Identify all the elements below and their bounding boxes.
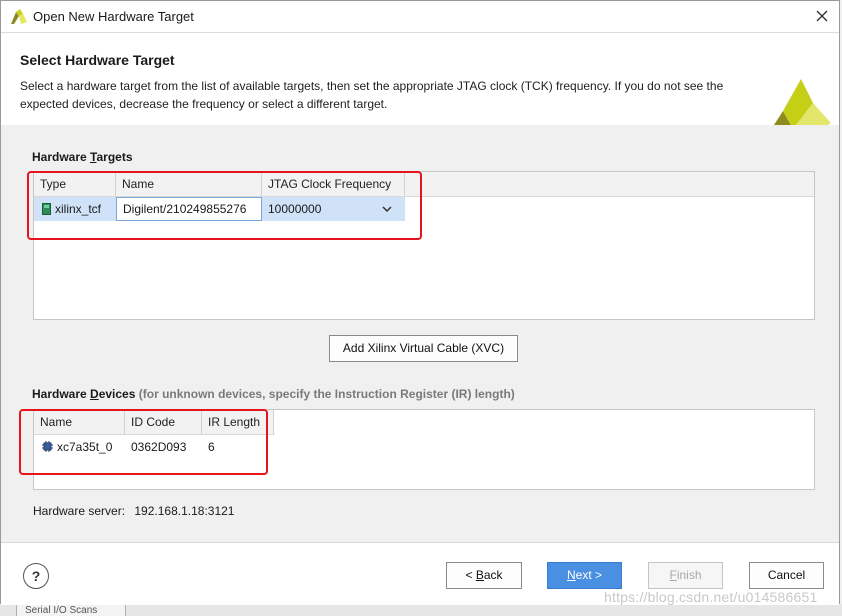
- vivado-logo-icon: [11, 9, 27, 24]
- column-header-type[interactable]: Type: [34, 172, 116, 196]
- device-id-code-cell: 0362D093: [131, 440, 187, 454]
- finish-button[interactable]: Finish: [648, 562, 723, 589]
- help-button[interactable]: ?: [23, 563, 49, 589]
- column-header-ir-length[interactable]: IR Length: [202, 410, 274, 434]
- hardware-targets-label: Hardware Targets: [32, 150, 133, 164]
- device-name-cell: xc7a35t_0: [34, 435, 125, 459]
- target-type-cell: xilinx_tcf: [34, 197, 116, 221]
- watermark-text: https://blog.csdn.net/u014586651: [604, 589, 818, 605]
- column-header-name[interactable]: Name: [116, 172, 262, 196]
- hardware-server-label: Hardware server:: [33, 504, 126, 518]
- hardware-server-info: Hardware server: 192.168.1.18:3121: [33, 504, 234, 518]
- page-description: Select a hardware target from the list o…: [20, 79, 724, 111]
- column-header-id-code[interactable]: ID Code: [125, 410, 202, 434]
- hardware-devices-label: Hardware Devices (for unknown devices, s…: [32, 387, 515, 401]
- device-row[interactable]: xc7a35t_0 0362D093 6: [34, 435, 274, 459]
- wizard-content: Hardware Targets Type Name JTAG Clock Fr…: [1, 125, 839, 542]
- window-title: Open New Hardware Target: [33, 9, 194, 24]
- hardware-server-value: 192.168.1.18:3121: [134, 504, 235, 518]
- chip-icon: [42, 441, 53, 452]
- jtag-frequency-select[interactable]: 10000000: [262, 197, 405, 221]
- chevron-down-icon[interactable]: [381, 203, 393, 215]
- device-name-value: xc7a35t_0: [57, 440, 113, 454]
- background-tab[interactable]: Serial I/O Scans: [16, 604, 126, 616]
- cancel-button[interactable]: Cancel: [749, 562, 824, 589]
- next-button[interactable]: Next >: [547, 562, 622, 589]
- board-icon: [42, 203, 51, 215]
- hardware-targets-table: Type Name JTAG Clock Frequency xilinx_tc…: [33, 171, 815, 320]
- target-name-cell[interactable]: Digilent/210249855276: [116, 197, 262, 221]
- column-header-jtag-frequency[interactable]: JTAG Clock Frequency: [262, 172, 405, 196]
- device-ir-length-cell[interactable]: 6: [202, 435, 274, 459]
- column-header-device-name[interactable]: Name: [34, 410, 125, 434]
- dialog-window: Open New Hardware Target Select Hardware…: [0, 0, 840, 605]
- close-icon[interactable]: [811, 5, 833, 27]
- back-button[interactable]: < Back: [446, 562, 522, 589]
- target-row[interactable]: xilinx_tcf Digilent/210249855276 1000000…: [34, 197, 405, 221]
- wizard-header: Select Hardware Target Select a hardware…: [1, 33, 839, 147]
- page-title: Select Hardware Target: [20, 52, 175, 68]
- add-xvc-button[interactable]: Add Xilinx Virtual Cable (XVC): [329, 335, 518, 362]
- devices-table-header: Name ID Code IR Length: [34, 410, 274, 435]
- hardware-devices-table: Name ID Code IR Length xc7a35t_0 0362D09…: [33, 409, 815, 490]
- targets-table-header: Type Name JTAG Clock Frequency: [34, 172, 814, 197]
- jtag-frequency-value: 10000000: [268, 202, 322, 216]
- hardware-devices-hint: (for unknown devices, specify the Instru…: [138, 387, 515, 401]
- title-bar: Open New Hardware Target: [1, 1, 839, 33]
- background-strip: [0, 604, 842, 616]
- target-type-value: xilinx_tcf: [55, 202, 102, 216]
